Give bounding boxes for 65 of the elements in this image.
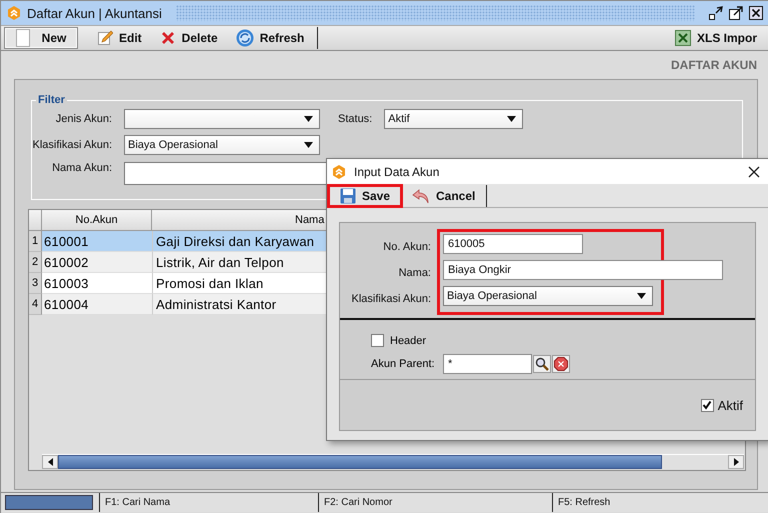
check-icon	[702, 400, 712, 410]
status-text: F5: Refresh	[552, 493, 762, 512]
app-logo-icon	[7, 6, 21, 20]
page-heading: DAFTAR AKUN	[671, 58, 757, 72]
status-text: F2: Cari Nomor	[318, 493, 552, 512]
toolbar-button[interactable]: Refresh	[226, 27, 314, 49]
horizontal-scrollbar[interactable]	[42, 454, 744, 469]
caret-icon	[304, 142, 313, 148]
checkbox-label: Header	[390, 334, 426, 346]
table-cell[interactable]: 610002	[42, 252, 152, 273]
checkbox-label: Aktif	[718, 398, 743, 412]
table-corner	[29, 210, 42, 231]
toolbar-button[interactable]: Delete	[150, 27, 227, 49]
field-label: Nama:	[398, 266, 432, 281]
close-icon[interactable]	[749, 6, 763, 20]
table-cell[interactable]: 610004	[42, 294, 152, 315]
field-label: Nama Akun:	[51, 162, 113, 174]
spreadsheet-icon	[674, 30, 691, 46]
checkbox[interactable]	[700, 398, 714, 412]
toolbar-button[interactable]: New	[4, 27, 78, 49]
status-text: F1: Cari Nama	[99, 493, 318, 512]
restore-window-icon[interactable]	[709, 6, 723, 20]
dropdown[interactable]: Biaya Operasional	[124, 135, 320, 155]
maximize-window-icon[interactable]	[729, 6, 743, 20]
refresh-icon	[236, 29, 254, 47]
dialog-title: Input Data Akun	[354, 164, 440, 178]
row-number: 1	[29, 231, 42, 252]
curved-arrow-icon	[412, 188, 430, 204]
caret-icon	[304, 116, 313, 122]
column-header[interactable]: No.Akun	[42, 210, 152, 231]
toolbar-button[interactable]: Cancel	[403, 184, 484, 208]
dropdown[interactable]	[124, 109, 320, 129]
clear-button[interactable]	[552, 355, 570, 373]
field-label: Jenis Akun:	[54, 113, 113, 125]
checkbox[interactable]	[371, 334, 384, 347]
input-field[interactable]: Biaya Ongkir	[443, 260, 723, 280]
field-label: No. Akun:	[382, 240, 432, 255]
row-number: 3	[29, 273, 42, 294]
field-label: Klasifikasi Akun:	[32, 139, 113, 151]
input-field[interactable]: *	[443, 354, 532, 374]
dropdown[interactable]: Aktif	[384, 109, 524, 129]
toolbar-button[interactable]: XLS Impor	[666, 27, 766, 49]
row-number: 4	[29, 294, 42, 315]
field-label: Status:	[338, 113, 374, 125]
row-number: 2	[29, 252, 42, 273]
search-icon	[535, 357, 549, 371]
toolbar-button[interactable]: Edit	[88, 27, 151, 49]
input-field[interactable]: 610005	[443, 234, 583, 254]
search-button[interactable]	[533, 355, 551, 373]
caret-icon	[507, 116, 516, 122]
scroll-left-icon	[48, 458, 52, 466]
scroll-right-icon	[734, 458, 738, 466]
clear-icon	[554, 357, 568, 371]
cross-icon	[160, 30, 176, 46]
toolbar-button[interactable]: Save	[327, 184, 403, 208]
blank-page-icon	[16, 29, 30, 47]
table-cell[interactable]: 610001	[42, 231, 152, 252]
close-icon[interactable]	[748, 166, 760, 178]
group-title: Filter	[37, 94, 66, 106]
field-label: Akun Parent:	[371, 358, 432, 370]
app-logo-icon	[332, 164, 346, 178]
field-label: Klasifikasi Akun:	[350, 292, 432, 307]
pencil-icon	[97, 30, 113, 46]
table-cell[interactable]: 610003	[42, 273, 152, 294]
dropdown[interactable]: Biaya Operasional	[443, 286, 653, 306]
